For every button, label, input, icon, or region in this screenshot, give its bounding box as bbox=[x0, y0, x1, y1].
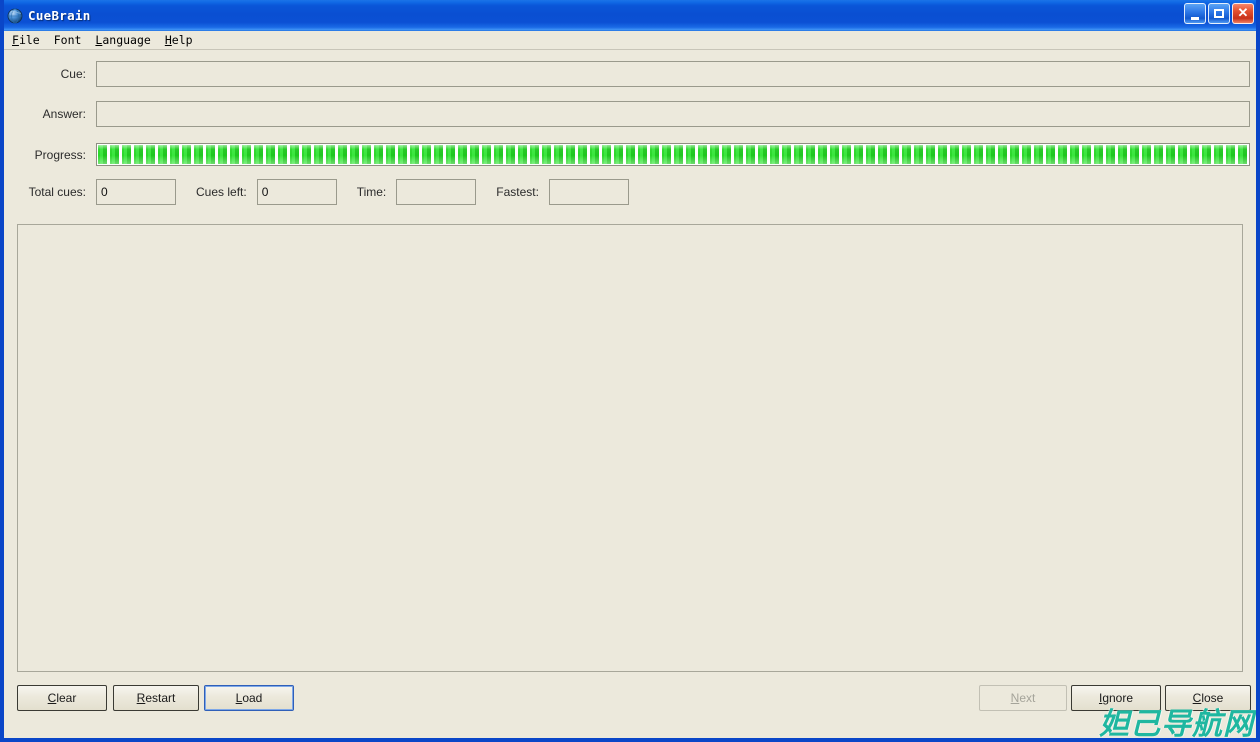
button-bar: Clear Restart Load Next Ignore Close bbox=[4, 680, 1256, 734]
total-cues-label: Total cues: bbox=[28, 185, 86, 199]
close-icon[interactable]: ✕ bbox=[1232, 3, 1254, 24]
clear-button[interactable]: Clear bbox=[17, 685, 107, 711]
window-controls: ✕ bbox=[1184, 3, 1254, 24]
next-button: Next bbox=[979, 685, 1067, 711]
cue-input[interactable] bbox=[96, 61, 1250, 87]
answer-row: Answer: bbox=[4, 101, 1256, 127]
globe-icon bbox=[7, 8, 23, 24]
ignore-button[interactable]: Ignore bbox=[1071, 685, 1161, 711]
load-button[interactable]: Load bbox=[204, 685, 294, 711]
cues-left-label: Cues left: bbox=[196, 185, 247, 199]
menu-item-font[interactable]: Font bbox=[54, 33, 82, 47]
cue-row: Cue: bbox=[4, 61, 1256, 87]
fastest-label: Fastest: bbox=[496, 185, 539, 199]
menu-item-file[interactable]: File bbox=[12, 33, 40, 47]
close-button[interactable]: Close bbox=[1165, 685, 1251, 711]
menu-item-language[interactable]: Language bbox=[95, 33, 150, 47]
menu-item-help[interactable]: Help bbox=[165, 33, 193, 47]
answer-label: Answer: bbox=[42, 107, 86, 121]
progress-label: Progress: bbox=[34, 147, 86, 162]
fastest-input[interactable] bbox=[548, 179, 629, 205]
application-window: CueBrain ✕ File Font Language Help Cue: … bbox=[0, 0, 1260, 742]
maximize-icon[interactable] bbox=[1208, 3, 1230, 24]
answer-input[interactable] bbox=[96, 101, 1250, 127]
minimize-icon[interactable] bbox=[1184, 3, 1206, 24]
menu-bar: File Font Language Help bbox=[4, 31, 1256, 50]
window-title: CueBrain bbox=[28, 8, 91, 23]
restart-button[interactable]: Restart bbox=[113, 685, 199, 711]
stats-row: Total cues: Cues left: Time: Fastest: bbox=[4, 179, 1256, 205]
cues-left-input[interactable] bbox=[256, 179, 337, 205]
cue-label: Cue: bbox=[60, 67, 86, 81]
time-input[interactable] bbox=[396, 179, 477, 205]
total-cues-input[interactable] bbox=[96, 179, 176, 205]
title-bar[interactable]: CueBrain ✕ bbox=[4, 0, 1256, 31]
progress-bar bbox=[96, 143, 1250, 166]
progress-row: Progress: bbox=[4, 143, 1256, 166]
form-area: Cue: Answer: Progress: Total cues: Cues … bbox=[4, 51, 1256, 219]
progress-bar-fill bbox=[98, 145, 1248, 164]
time-label: Time: bbox=[356, 185, 387, 199]
main-content-panel[interactable] bbox=[17, 224, 1243, 672]
